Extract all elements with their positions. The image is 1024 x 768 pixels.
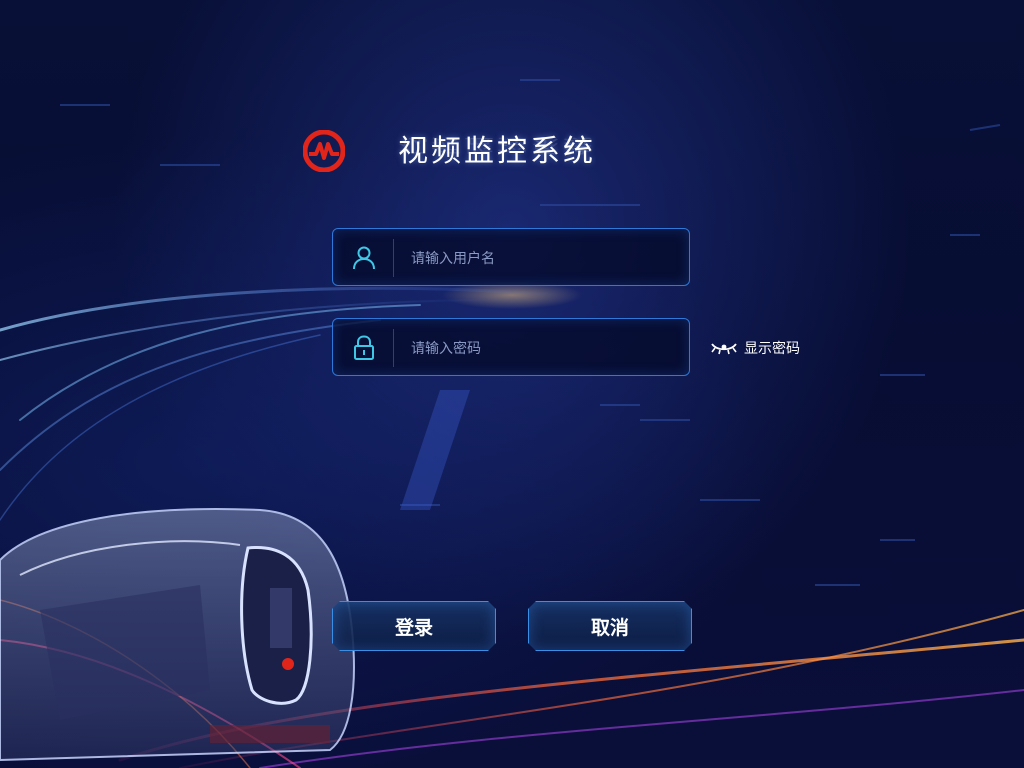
- lock-icon: [354, 335, 374, 360]
- username-input[interactable]: [409, 243, 673, 275]
- eye-icon: [711, 343, 737, 355]
- password-input[interactable]: [409, 333, 673, 365]
- show-password-toggle[interactable]: 显示密码: [710, 338, 800, 358]
- field-divider: [393, 239, 394, 277]
- field-divider: [393, 329, 394, 367]
- metro-logo: [303, 130, 345, 172]
- cancel-button[interactable]: 取消: [528, 601, 692, 651]
- train-illustration: [0, 508, 355, 762]
- login-screen: 视频监控系统 视频监控系统 显示密码 登录 取消: [0, 0, 1024, 768]
- user-icon: [353, 246, 375, 270]
- app-title-reflection: 视频监控系统: [398, 134, 596, 156]
- show-password-label: 显示密码: [744, 341, 800, 357]
- password-field: [332, 318, 690, 376]
- login-button[interactable]: 登录: [332, 601, 496, 651]
- background-art: [0, 79, 1024, 768]
- username-field: [332, 228, 690, 286]
